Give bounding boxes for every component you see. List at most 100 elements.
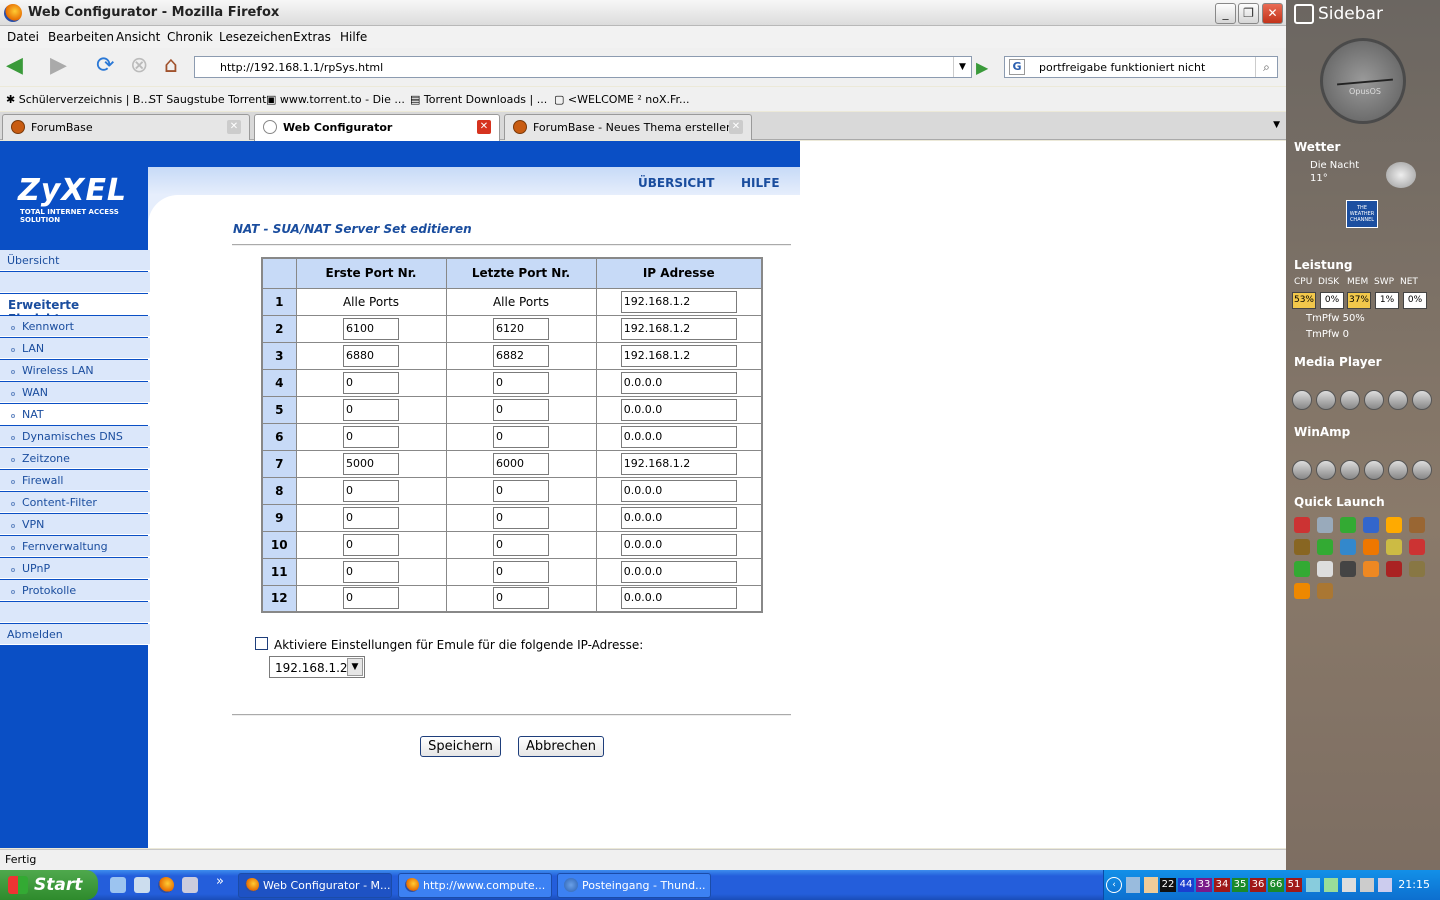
start-port-field[interactable]: 0 [343,506,399,529]
menu-ansicht[interactable]: Ansicht [116,30,160,44]
quick-launch-app-icon[interactable] [1409,561,1425,577]
tray-counter[interactable]: 51 [1286,878,1302,892]
nav-item-vpn[interactable]: VPN [0,514,150,535]
quick-launch-app-icon[interactable] [1294,561,1310,577]
google-icon[interactable]: G [1009,59,1025,75]
tray-counter[interactable]: 66 [1268,878,1284,892]
menu-extras[interactable]: Extras [293,30,331,44]
tray-app-icon[interactable] [1144,877,1158,893]
go-icon[interactable]: ▶ [976,58,988,77]
nav-item-wireless-lan[interactable]: Wireless LAN [0,360,150,381]
end-port-field[interactable]: 6882 [493,344,549,367]
minimize-button[interactable]: _ [1215,3,1236,24]
nav-item-zeitzone[interactable]: Zeitzone [0,448,150,469]
cancel-button[interactable]: Abbrechen [518,736,604,757]
ip-address-field[interactable]: 0.0.0.0 [620,371,737,394]
start-port-field[interactable]: 6880 [343,344,399,367]
start-port-field[interactable]: 0 [343,560,399,583]
help-link[interactable]: HILFE [741,176,780,190]
ip-address-field[interactable]: 0.0.0.0 [620,533,737,556]
home-icon[interactable]: ⌂ [164,54,178,78]
nav-item-kennwort[interactable]: Kennwort [0,316,150,337]
ip-address-field[interactable]: 192.168.1.2 [620,452,737,475]
ip-address-field[interactable]: 0.0.0.0 [620,506,737,529]
quicklaunch-ie-icon[interactable] [110,877,126,893]
tray-pen-icon[interactable] [1378,878,1392,892]
url-bar[interactable]: http://192.168.1.1/rpSys.html ▼ [194,56,972,78]
quick-launch-app-icon[interactable] [1409,539,1425,555]
bookmark-2[interactable]: ST Saugstube Torrent [149,93,266,106]
quick-launch-app-icon[interactable] [1317,517,1333,533]
tray-monitor-icon[interactable] [1342,878,1356,892]
tab-close-icon[interactable]: ✕ [477,120,491,134]
tray-counter[interactable]: 22 [1160,878,1176,892]
tab-close-icon[interactable]: ✕ [729,120,743,134]
nav-logout[interactable]: Abmelden [0,624,150,645]
start-port-field[interactable]: 0 [343,533,399,556]
forward-icon[interactable]: ▶ [50,54,67,78]
bookmark-4[interactable]: ▤ Torrent Downloads | ... [410,93,547,106]
start-button[interactable]: Start [0,870,98,900]
play-icon[interactable] [1292,390,1312,410]
quick-launch-app-icon[interactable] [1294,539,1310,555]
nav-item-upnp[interactable]: UPnP [0,558,150,579]
nav-item-content-filter[interactable]: Content-Filter [0,492,150,513]
start-port-field[interactable]: 0 [343,425,399,448]
end-port-field[interactable]: 0 [493,533,549,556]
end-port-field[interactable]: 0 [493,506,549,529]
tray-counter[interactable]: 33 [1196,878,1212,892]
menu-datei[interactable]: Datei [7,30,39,44]
tab-forumbase-neues-thema[interactable]: ForumBase - Neues Thema erstellen ✕ [504,114,752,140]
quick-launch-app-icon[interactable] [1386,561,1402,577]
tray-app-icon[interactable] [1324,878,1338,892]
ip-address-field[interactable]: 0.0.0.0 [620,587,737,610]
prev-icon[interactable] [1340,390,1360,410]
quick-launch-app-icon[interactable] [1317,561,1333,577]
quick-launch-app-icon[interactable] [1363,561,1379,577]
search-icon[interactable]: ⌕ [1255,57,1277,77]
bookmark-1[interactable]: ✱ Schülerverzeichnis | B... [6,93,151,106]
taskbar-item-web-configurator[interactable]: Web Configurator - M... [238,873,392,898]
close-button[interactable]: ✕ [1262,3,1283,24]
nav-item-lan[interactable]: LAN [0,338,150,359]
tray-counter[interactable]: 36 [1250,878,1266,892]
ip-address-field[interactable]: 0.0.0.0 [620,398,737,421]
tab-list-icon[interactable]: ▼ [1273,120,1280,130]
end-port-field[interactable]: 0 [493,560,549,583]
play-icon[interactable] [1292,460,1312,480]
quicklaunch-firefox-icon[interactable] [158,877,174,893]
ip-address-field[interactable]: 192.168.1.2 [620,317,737,340]
tray-headset-icon[interactable] [1126,877,1140,893]
end-port-field[interactable]: 0 [493,425,549,448]
stop-icon[interactable]: ⊗ [130,54,148,78]
volume-icon[interactable] [1388,460,1408,480]
stop-icon[interactable] [1316,460,1336,480]
next-icon[interactable] [1364,390,1384,410]
tray-network-icon[interactable] [1306,878,1320,892]
stop-icon[interactable] [1316,390,1336,410]
end-port-field[interactable]: 0 [493,587,549,610]
reload-icon[interactable]: ⟳ [96,54,114,78]
tab-forumbase[interactable]: ForumBase ✕ [2,114,250,140]
end-port-field[interactable]: 0 [493,479,549,502]
bookmark-5[interactable]: ▢ <WELCOME ² noX.Fr... [554,93,690,106]
end-port-field[interactable]: 6120 [493,317,549,340]
menu-hilfe[interactable]: Hilfe [340,30,367,44]
search-input[interactable]: G portfreigabe funktioniert nicht ⌕ [1004,56,1278,78]
menu-chronik[interactable]: Chronik [167,30,213,44]
save-button[interactable]: Speichern [420,736,501,757]
nav-overview[interactable]: Übersicht [0,250,150,271]
nav-item-firewall[interactable]: Firewall [0,470,150,491]
url-dropdown-icon[interactable]: ▼ [953,57,971,77]
ip-address-field[interactable]: 0.0.0.0 [620,560,737,583]
volume-icon[interactable] [1388,390,1408,410]
quick-launch-app-icon[interactable] [1386,517,1402,533]
nav-item-dyndns[interactable]: Dynamisches DNS [0,426,150,447]
maximize-button[interactable]: ❐ [1238,3,1259,24]
nav-item-wan[interactable]: WAN [0,382,150,403]
quicklaunch-desktop-icon[interactable] [134,877,150,893]
prev-icon[interactable] [1340,460,1360,480]
emule-ip-select[interactable]: 192.168.1.2 ▼ [269,656,365,678]
nav-item-protokolle[interactable]: Protokolle [0,580,150,601]
taskbar-item-thunderbird[interactable]: Posteingang - Thund... [557,873,711,898]
